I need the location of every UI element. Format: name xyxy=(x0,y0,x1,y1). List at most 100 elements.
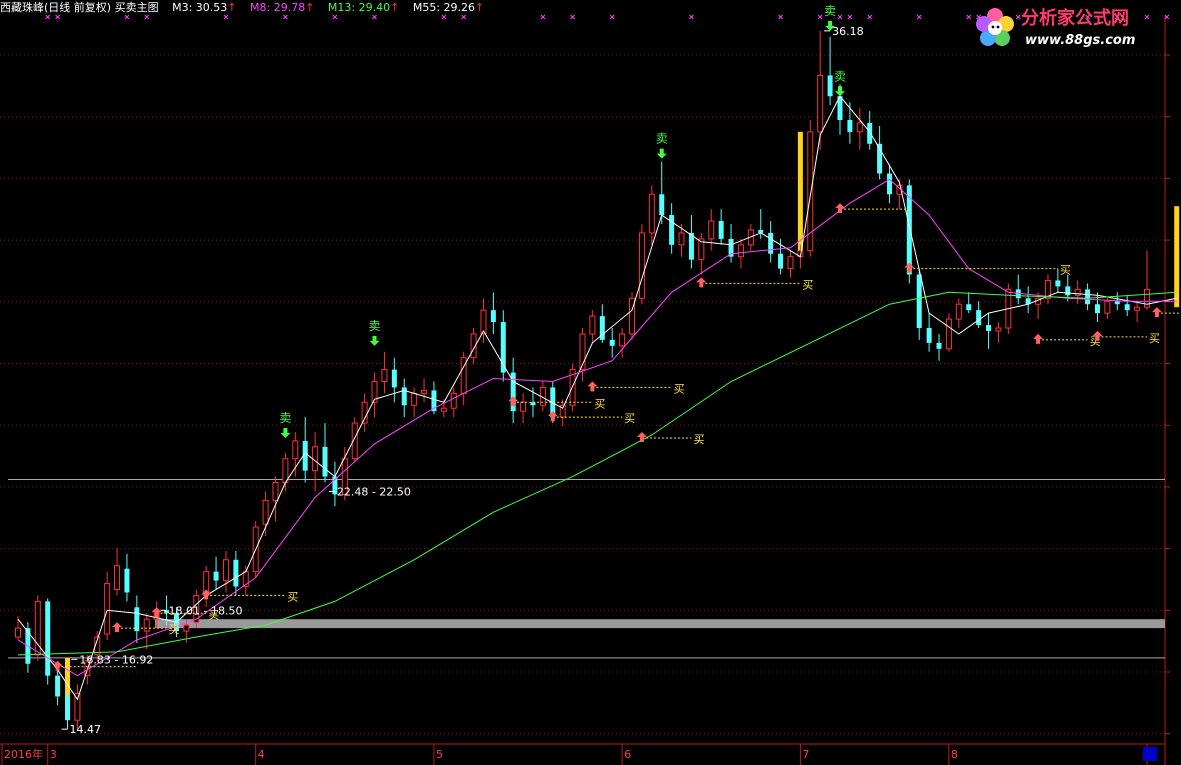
buy-arrow-icon xyxy=(904,262,915,273)
candle-body xyxy=(272,482,279,501)
time-tick-label: 6 xyxy=(624,748,631,761)
candle-body xyxy=(15,627,21,638)
top-marker-icon xyxy=(867,14,873,20)
candle-body xyxy=(1104,300,1111,314)
candle-body xyxy=(708,220,715,240)
buy-arrow-icon xyxy=(1151,307,1162,318)
buy-label: 买 xyxy=(1060,264,1071,277)
candle-body xyxy=(887,173,893,195)
top-marker-icon xyxy=(847,14,853,20)
ma-line-m55 xyxy=(17,291,1177,656)
candle-body xyxy=(1124,304,1130,311)
buy-label: 买 xyxy=(674,382,685,395)
candle-body xyxy=(718,221,724,239)
candle-body xyxy=(1085,289,1091,305)
candle-body xyxy=(659,194,665,216)
candle-body xyxy=(222,559,229,582)
buy-label: 买 xyxy=(594,397,605,410)
price-annotation: 16.83 - 16.92 xyxy=(79,653,153,666)
candle-body xyxy=(609,339,615,346)
sell-label: 卖 xyxy=(834,69,846,83)
candle-body xyxy=(916,274,922,328)
candle-body xyxy=(490,310,496,323)
ma-m8: M8: 29.78↑ xyxy=(250,1,315,14)
candle-body xyxy=(976,310,982,326)
candle-body xyxy=(361,401,368,424)
sell-label: 卖 xyxy=(656,132,668,146)
candle-body xyxy=(678,232,685,246)
candle-body xyxy=(421,389,428,394)
buy-arrow-icon xyxy=(696,277,707,288)
time-tick-label: 3 xyxy=(50,748,57,761)
candle-body xyxy=(638,232,645,299)
time-tick-label: 4 xyxy=(258,748,265,761)
zoom-out-icon[interactable] xyxy=(1143,747,1157,761)
support-band xyxy=(155,619,1165,629)
sell-label: 卖 xyxy=(369,319,381,333)
candle-body xyxy=(114,565,121,590)
buy-label: 买 xyxy=(624,412,635,425)
candle-body xyxy=(945,318,952,350)
candle-body xyxy=(936,342,942,349)
candle-body xyxy=(55,675,61,697)
candle-body xyxy=(381,369,388,382)
candle-body xyxy=(282,458,289,484)
buy-label: 买 xyxy=(802,278,813,291)
logo-title: 分析家公式网 xyxy=(1021,7,1129,29)
sell-arrow-icon xyxy=(834,86,845,97)
signal-bar xyxy=(797,131,803,251)
ma-m3: M3: 30.53↑ xyxy=(172,1,237,14)
candle-body xyxy=(867,122,873,144)
candle-body xyxy=(1055,280,1061,287)
top-marker-icon xyxy=(817,14,823,20)
candle-body xyxy=(65,696,71,721)
candle-body xyxy=(134,607,140,632)
candle-body xyxy=(104,583,111,635)
logo-url: www.88gs.com xyxy=(1025,33,1135,48)
sell-arrow-icon xyxy=(280,428,291,438)
top-marker-icon xyxy=(778,14,783,20)
candle-body xyxy=(619,333,626,347)
candle-body xyxy=(966,304,972,311)
candle-body xyxy=(955,303,962,320)
candle-body xyxy=(817,74,824,133)
candle-body xyxy=(926,328,932,343)
sell-label: 卖 xyxy=(824,4,836,18)
candle-body xyxy=(1114,301,1120,305)
candle-body xyxy=(648,193,655,234)
site-logo: 分析家公式网 www.88gs.com xyxy=(976,7,1135,48)
price-annotation: 36.18 xyxy=(832,25,864,38)
candle-body xyxy=(856,122,863,133)
candle-body xyxy=(450,392,457,409)
sell-label: 卖 xyxy=(279,411,291,425)
price-annotation: 18.01 - 18.50 xyxy=(169,604,243,617)
buy-arrow-icon xyxy=(547,411,558,422)
buy-arrow-icon xyxy=(112,622,123,633)
chart-window: 买买买买买买买买买买买买卖卖卖卖卖14.4716.83 - 16.9218.01… xyxy=(0,0,1181,765)
candle-body xyxy=(213,571,219,581)
sell-arrow-icon xyxy=(369,335,380,346)
candle-body xyxy=(768,232,774,254)
buy-arrow-icon xyxy=(1033,333,1044,344)
top-marker-icon xyxy=(916,14,922,20)
chart-header: 西藏珠峰(日线 前复权) 买卖主图 M3: 30.53↑ M8: 29.78↑ … xyxy=(0,0,494,16)
chart-title: 西藏珠峰(日线 前复权) 买卖主图 xyxy=(0,1,159,14)
buy-label: 买 xyxy=(693,433,704,446)
candle-body xyxy=(778,253,784,269)
kline-chart[interactable]: 买买买买买买买买买买买买卖卖卖卖卖14.4716.83 - 16.9218.01… xyxy=(0,0,1181,765)
candle-body xyxy=(1134,306,1141,311)
candle-body xyxy=(737,244,744,258)
buy-arrow-icon xyxy=(636,431,647,442)
time-tick-label: 5 xyxy=(436,748,443,761)
candle-body xyxy=(322,446,328,477)
candle-body xyxy=(995,327,1002,332)
top-marker-icon xyxy=(966,14,972,20)
price-annotation: 22.48 - 22.50 xyxy=(337,485,411,498)
ma-m13: M13: 29.40↑ xyxy=(327,1,400,14)
time-tick-label: 2016年 xyxy=(4,747,43,761)
candle-body xyxy=(827,75,833,97)
candle-body xyxy=(391,369,397,388)
top-marker-icon xyxy=(540,14,546,20)
ma-line-m8 xyxy=(17,178,1177,677)
candle-body xyxy=(1094,304,1100,314)
